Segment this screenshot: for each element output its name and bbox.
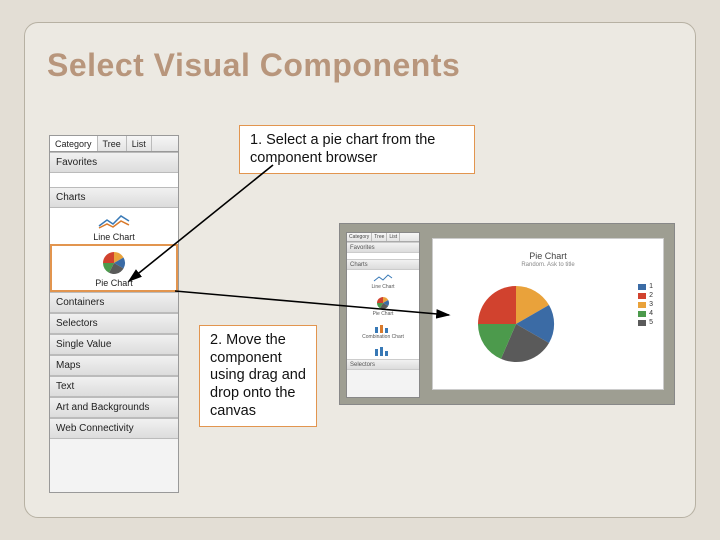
ss-selectors: Selectors <box>347 359 419 370</box>
ss-canvas-sub: Random. Ask to title <box>433 262 663 268</box>
section-web[interactable]: Web Connectivity <box>50 418 178 439</box>
ss-line: Line Chart <box>347 270 419 293</box>
line-chart-icon <box>97 212 131 230</box>
ss-legend: 1 2 3 4 5 <box>638 283 653 328</box>
ss-canvas: Pie Chart Random. Ask to title 1 2 3 4 5 <box>432 238 664 390</box>
section-text[interactable]: Text <box>50 376 178 397</box>
slide-frame: Select Visual Components Category Tree L… <box>24 22 696 518</box>
ss-charts: Charts <box>347 259 419 270</box>
ss-browser: Category Tree List Favorites Charts Line… <box>346 232 420 398</box>
item-pie-chart[interactable]: Pie Chart <box>50 244 178 292</box>
callout-step2: 2. Move the component using drag and dro… <box>199 325 317 427</box>
item-line-chart[interactable]: Line Chart <box>50 208 178 244</box>
page-title: Select Visual Components <box>47 47 460 84</box>
ss-tab-list: List <box>387 233 400 241</box>
section-single-value[interactable]: Single Value <box>50 334 178 355</box>
pie-chart-icon <box>99 250 129 276</box>
section-selectors[interactable]: Selectors <box>50 313 178 334</box>
section-charts[interactable]: Charts <box>50 187 178 208</box>
ss-col <box>347 343 419 359</box>
ss-bar: Combination Chart <box>347 320 419 343</box>
item-line-chart-label: Line Chart <box>50 232 178 242</box>
ss-canvas-pie-icon <box>471 279 561 369</box>
section-favorites[interactable]: Favorites <box>50 152 178 173</box>
tab-tree[interactable]: Tree <box>98 136 127 151</box>
section-maps[interactable]: Maps <box>50 355 178 376</box>
ss-favorites: Favorites <box>347 242 419 253</box>
ss-canvas-title: Pie Chart <box>433 251 663 261</box>
tab-category[interactable]: Category <box>50 136 98 151</box>
ss-pie: Pie Chart <box>347 293 419 320</box>
section-containers[interactable]: Containers <box>50 292 178 313</box>
ss-tab-tree: Tree <box>372 233 387 241</box>
ss-tab-category: Category <box>347 233 372 241</box>
tab-list[interactable]: List <box>127 136 152 151</box>
browser-tabs: Category Tree List <box>50 136 178 152</box>
item-pie-chart-label: Pie Chart <box>52 278 176 288</box>
callout-step1: 1. Select a pie chart from the component… <box>239 125 475 174</box>
component-browser: Category Tree List Favorites Charts Line… <box>49 135 179 493</box>
embedded-screenshot: Category Tree List Favorites Charts Line… <box>339 223 675 405</box>
section-art[interactable]: Art and Backgrounds <box>50 397 178 418</box>
